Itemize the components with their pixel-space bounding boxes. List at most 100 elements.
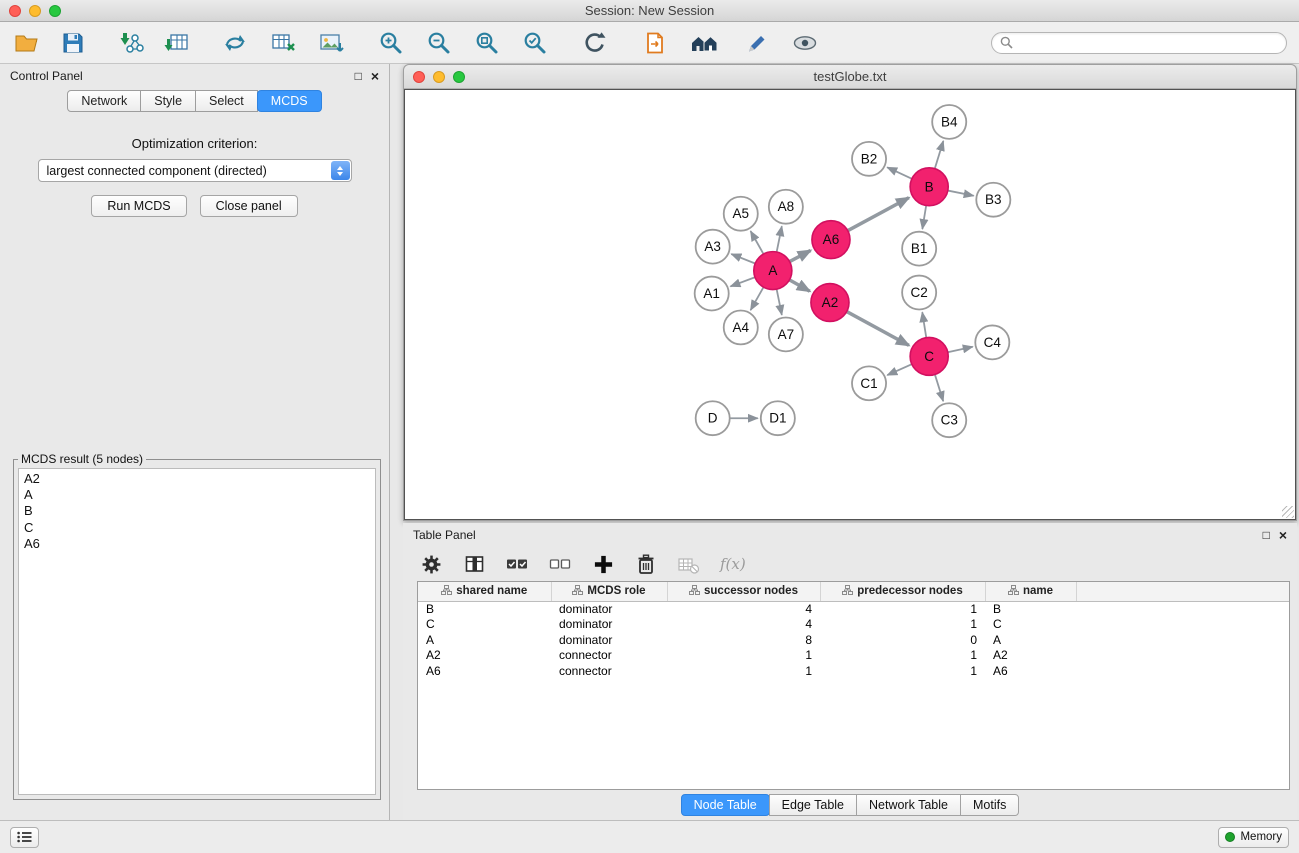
- close-window-button[interactable]: [9, 5, 21, 17]
- edge-A-A6[interactable]: [790, 250, 811, 261]
- edge-C-C3[interactable]: [935, 374, 943, 401]
- select-all-button[interactable]: [505, 552, 529, 576]
- delete-table-button[interactable]: [677, 552, 701, 576]
- table-cell[interactable]: 1: [667, 648, 820, 664]
- tab-mcds[interactable]: MCDS: [257, 90, 322, 112]
- column-header-mcds-role[interactable]: MCDS role: [551, 582, 667, 601]
- save-session-button[interactable]: [58, 28, 88, 58]
- tab-select[interactable]: Select: [195, 90, 258, 112]
- close-table-panel-button[interactable]: ×: [1279, 528, 1287, 542]
- network-minimize-button[interactable]: [433, 71, 445, 83]
- table-cell[interactable]: 1: [667, 663, 820, 679]
- table-cell[interactable]: 4: [667, 601, 820, 617]
- table-row[interactable]: Bdominator41B: [418, 601, 1289, 617]
- table-settings-button[interactable]: [419, 552, 443, 576]
- table-cell[interactable]: A2: [985, 648, 1076, 664]
- column-header-shared-name[interactable]: shared name: [418, 582, 551, 601]
- home-networks-button[interactable]: [688, 28, 724, 58]
- task-history-button[interactable]: [10, 827, 39, 848]
- table-cell[interactable]: A6: [418, 663, 551, 679]
- table-cell[interactable]: B: [985, 601, 1076, 617]
- tab-node-table[interactable]: Node Table: [681, 794, 770, 816]
- import-table-button[interactable]: [162, 28, 192, 58]
- table-cell[interactable]: 0: [820, 632, 985, 648]
- table-row[interactable]: A6connector11A6: [418, 663, 1289, 679]
- column-header-name[interactable]: name: [985, 582, 1076, 601]
- edge-A-A4[interactable]: [751, 287, 764, 310]
- table-cell[interactable]: connector: [551, 648, 667, 664]
- edge-A-A2[interactable]: [789, 280, 809, 291]
- zoom-in-button[interactable]: [376, 28, 406, 58]
- float-table-panel-button[interactable]: □: [1263, 529, 1270, 541]
- table-row[interactable]: A2connector11A2: [418, 648, 1289, 664]
- mcds-result-item[interactable]: A6: [24, 536, 370, 552]
- tab-edge-table[interactable]: Edge Table: [769, 794, 857, 816]
- table-cell[interactable]: A: [418, 632, 551, 648]
- run-mcds-button[interactable]: Run MCDS: [91, 195, 186, 217]
- close-panel-button[interactable]: Close panel: [200, 195, 298, 217]
- edge-B-B1[interactable]: [922, 206, 926, 229]
- resize-grip[interactable]: [1282, 506, 1294, 518]
- edge-A-A5[interactable]: [751, 231, 764, 254]
- minimize-window-button[interactable]: [29, 5, 41, 17]
- float-panel-button[interactable]: □: [355, 70, 362, 82]
- memory-button[interactable]: Memory: [1218, 827, 1289, 848]
- column-header-predecessor-nodes[interactable]: predecessor nodes: [820, 582, 985, 601]
- tab-network-table[interactable]: Network Table: [856, 794, 961, 816]
- first-neighbors-button[interactable]: [640, 28, 670, 58]
- edge-A-A3[interactable]: [731, 254, 755, 263]
- tab-network[interactable]: Network: [67, 90, 141, 112]
- open-session-button[interactable]: [12, 28, 42, 58]
- edge-B-B4[interactable]: [935, 141, 944, 169]
- close-panel-icon-button[interactable]: ×: [371, 69, 379, 83]
- table-cell[interactable]: dominator: [551, 632, 667, 648]
- tab-style[interactable]: Style: [140, 90, 196, 112]
- search-input[interactable]: [1018, 36, 1278, 50]
- network-canvas[interactable]: B4B2BB3A5A8A6A3B1AA1A2C2A4A7C4CC1C3DD1: [404, 89, 1296, 520]
- tab-motifs[interactable]: Motifs: [960, 794, 1019, 816]
- edge-A2-C[interactable]: [847, 312, 909, 346]
- add-column-button[interactable]: [591, 552, 615, 576]
- show-hide-panels-button[interactable]: [790, 28, 820, 58]
- edge-A-A1[interactable]: [730, 277, 755, 286]
- network-close-button[interactable]: [413, 71, 425, 83]
- edge-A6-B[interactable]: [848, 198, 909, 231]
- table-cell[interactable]: A6: [985, 663, 1076, 679]
- edge-B-B2[interactable]: [887, 167, 912, 178]
- table-cell[interactable]: A2: [418, 648, 551, 664]
- column-header-successor-nodes[interactable]: successor nodes: [667, 582, 820, 601]
- table-cell[interactable]: C: [418, 617, 551, 633]
- table-cell[interactable]: 8: [667, 632, 820, 648]
- table-cell[interactable]: 4: [667, 617, 820, 633]
- table-cell[interactable]: dominator: [551, 617, 667, 633]
- edge-C-C4[interactable]: [948, 347, 973, 353]
- mcds-result-item[interactable]: B: [24, 503, 370, 519]
- function-builder-button[interactable]: f(x): [720, 552, 746, 576]
- export-image-button[interactable]: [316, 28, 346, 58]
- refresh-button[interactable]: [580, 28, 610, 58]
- table-cell[interactable]: A: [985, 632, 1076, 648]
- network-from-table-button[interactable]: [268, 28, 298, 58]
- table-row[interactable]: Adominator80A: [418, 632, 1289, 648]
- show-columns-button[interactable]: [462, 552, 486, 576]
- optimization-dropdown[interactable]: largest connected component (directed): [38, 159, 352, 182]
- table-cell[interactable]: B: [418, 601, 551, 617]
- zoom-window-button[interactable]: [49, 5, 61, 17]
- zoom-out-button[interactable]: [424, 28, 454, 58]
- mcds-result-list[interactable]: A2ABCA6: [18, 468, 376, 795]
- clone-network-button[interactable]: [220, 28, 250, 58]
- delete-column-button[interactable]: [634, 552, 658, 576]
- table-cell[interactable]: 1: [820, 617, 985, 633]
- table-cell[interactable]: connector: [551, 663, 667, 679]
- search-box[interactable]: [991, 32, 1287, 54]
- mcds-result-item[interactable]: A2: [24, 471, 370, 487]
- mcds-result-item[interactable]: A: [24, 487, 370, 503]
- edge-B-B3[interactable]: [948, 191, 974, 196]
- annotation-mode-button[interactable]: [742, 28, 772, 58]
- zoom-selected-button[interactable]: [520, 28, 550, 58]
- mcds-result-item[interactable]: C: [24, 520, 370, 536]
- edge-A-A7[interactable]: [777, 289, 782, 315]
- zoom-fit-button[interactable]: [472, 28, 502, 58]
- network-graph[interactable]: B4B2BB3A5A8A6A3B1AA1A2C2A4A7C4CC1C3DD1: [405, 90, 1295, 519]
- import-network-button[interactable]: [116, 28, 146, 58]
